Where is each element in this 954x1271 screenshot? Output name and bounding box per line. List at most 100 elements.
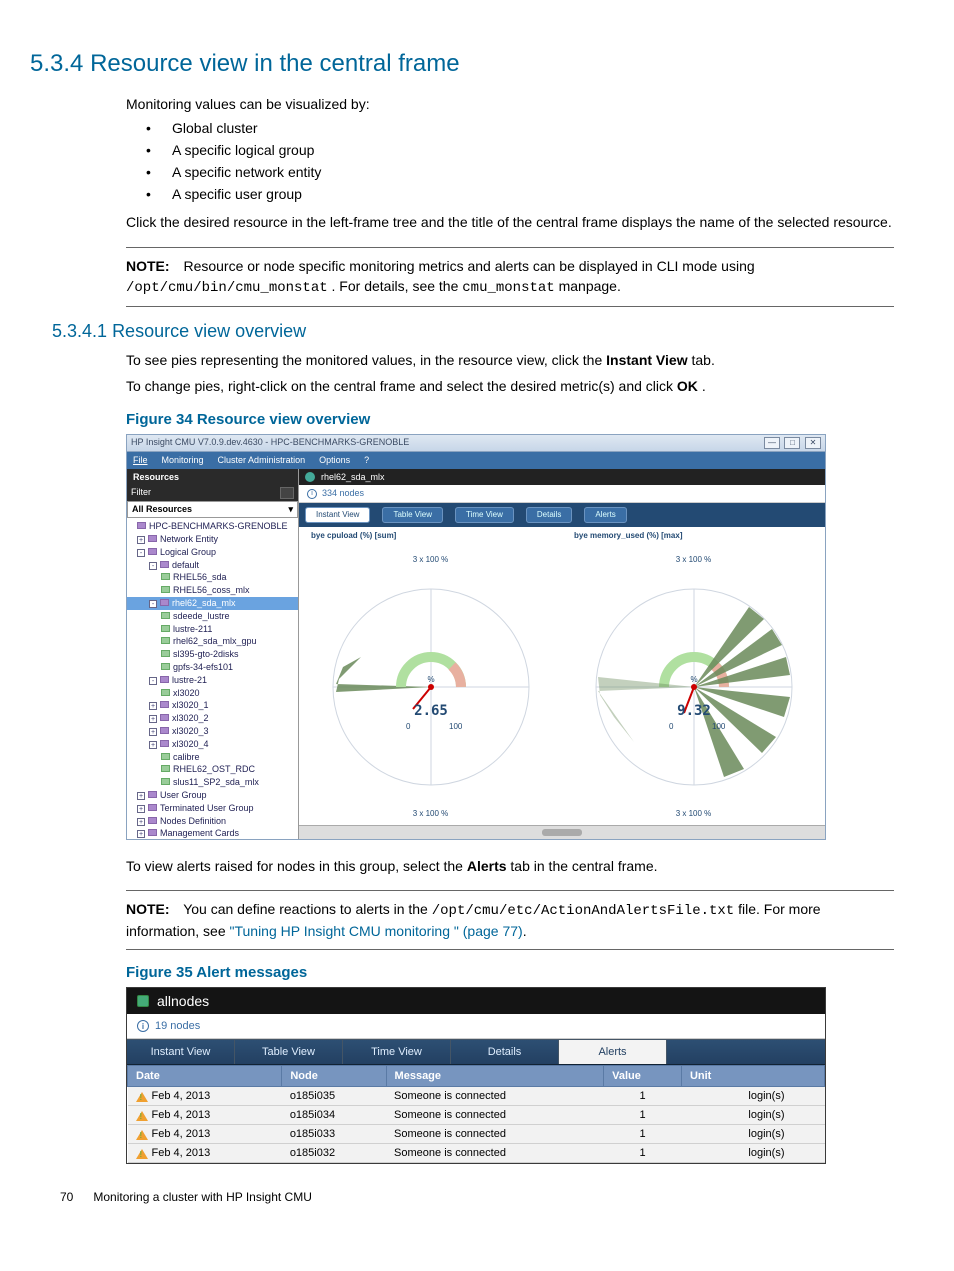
minimize-icon[interactable]: — [764, 437, 780, 449]
tab-table-view[interactable]: Table View [235, 1040, 343, 1064]
tree-label: lustre-21 [172, 675, 207, 685]
tree-item[interactable]: RHEL56_sda [127, 571, 298, 584]
tab-instant-view[interactable]: Instant View [305, 507, 370, 523]
tree-item[interactable]: calibre [127, 751, 298, 764]
tree-item[interactable]: +xl3020_2 [127, 712, 298, 725]
table-row[interactable]: Feb 4, 2013o185i035Someone is connected1… [128, 1087, 825, 1106]
expand-icon[interactable]: + [137, 818, 145, 826]
table-row[interactable]: Feb 4, 2013o185i032Someone is connected1… [128, 1144, 825, 1163]
menu-item[interactable]: Monitoring [162, 455, 204, 466]
expand-icon[interactable]: + [137, 830, 145, 838]
expand-icon[interactable]: + [149, 728, 157, 736]
tab-alerts[interactable]: Alerts [559, 1040, 667, 1064]
all-resources-label: All Resources [132, 504, 192, 515]
tree-item[interactable]: +xl3020_1 [127, 699, 298, 712]
expand-icon[interactable]: + [137, 792, 145, 800]
expand-icon[interactable]: - [149, 677, 157, 685]
resize-grip-icon[interactable] [542, 829, 582, 836]
tab-details[interactable]: Details [451, 1040, 559, 1064]
tab-table-view[interactable]: Table View [382, 507, 443, 523]
expand-icon[interactable]: - [149, 562, 157, 570]
tree-item[interactable]: + Terminated User Group [127, 802, 298, 815]
menu-item[interactable]: Cluster Administration [218, 455, 306, 466]
expand-icon[interactable]: + [137, 805, 145, 813]
chart1-unit: % [427, 675, 434, 684]
tree-item[interactable]: lustre-211 [127, 623, 298, 636]
cell-message: Someone is connected [386, 1087, 604, 1106]
tree-label: Terminated User Group [160, 803, 254, 813]
col-date[interactable]: Date [128, 1066, 282, 1087]
tab-details[interactable]: Details [526, 507, 572, 523]
menu-item[interactable]: File [133, 455, 148, 466]
folder-icon [161, 637, 170, 644]
tree-item[interactable]: - lustre-21 [127, 674, 298, 687]
menu-item[interactable]: ? [364, 455, 369, 466]
tree-label: Logical Group [160, 547, 216, 557]
tree-item[interactable]: HPC-BENCHMARKS-GRENOBLE [127, 520, 298, 533]
col-value[interactable]: Value [604, 1066, 682, 1087]
note-text-after: manpage. [559, 278, 621, 294]
tree-item[interactable]: + Nodes Definition [127, 815, 298, 828]
tree-item[interactable]: +Network Entity [127, 533, 298, 546]
status-bar [299, 825, 825, 839]
close-icon[interactable]: ✕ [805, 437, 821, 449]
crumb-bullet-icon [305, 472, 315, 482]
folder-icon [148, 804, 157, 811]
note-text-1: Resource or node specific monitoring met… [183, 258, 754, 274]
tree-item[interactable]: RHEL56_coss_mlx [127, 584, 298, 597]
warning-icon [136, 1149, 148, 1159]
all-resources-row[interactable]: All Resources ▾ [127, 501, 298, 518]
node-count: 334 nodes [322, 488, 364, 499]
expand-icon[interactable]: + [137, 536, 145, 544]
chart-memory: bye memory_used (%) [max] 3 x 100 % [562, 527, 825, 825]
col-unit[interactable]: Unit [681, 1066, 824, 1087]
tree-item[interactable]: +xl3020_4 [127, 738, 298, 751]
table-row[interactable]: Feb 4, 2013o185i033Someone is connected1… [128, 1125, 825, 1144]
tree-item[interactable]: rhel62_sda_mlx_gpu [127, 635, 298, 648]
section-534-title: Resource view in the central frame [90, 50, 460, 77]
chart-cpuload: bye cpuload (%) [sum] 3 x 100 % [299, 527, 562, 825]
note2-link[interactable]: "Tuning HP Insight CMU monitoring " (pag… [230, 923, 523, 939]
maximize-icon[interactable]: □ [784, 437, 800, 449]
tree-item[interactable]: xl3020 [127, 687, 298, 700]
tree-item[interactable]: sdeede_lustre [127, 610, 298, 623]
col-message[interactable]: Message [386, 1066, 604, 1087]
tree-label: default [172, 560, 199, 570]
expand-icon[interactable]: + [149, 741, 157, 749]
section-5341-title: Resource view overview [112, 321, 306, 341]
folder-icon [148, 535, 157, 542]
tab-time-view[interactable]: Time View [455, 507, 514, 523]
window-title: HP Insight CMU V7.0.9.dev.4630 - HPC-BEN… [131, 437, 409, 448]
tree-item[interactable]: -rhel62_sda_mlx [127, 597, 298, 610]
expand-icon[interactable]: + [149, 715, 157, 723]
tab-time-view[interactable]: Time View [343, 1040, 451, 1064]
tree-label: Nodes Definition [160, 816, 226, 826]
tree-item[interactable]: +User Group [127, 789, 298, 802]
tree-item[interactable]: sl395-gto-2disks [127, 648, 298, 661]
tree-label: RHEL56_coss_mlx [173, 585, 250, 595]
tree-item[interactable]: - Logical Group [127, 546, 298, 559]
menu-item[interactable]: Options [319, 455, 350, 466]
tree-item[interactable]: - default [127, 559, 298, 572]
folder-icon [148, 829, 157, 836]
cell-unit: login(s) [681, 1125, 824, 1144]
expand-icon[interactable]: - [137, 549, 145, 557]
folder-icon [161, 573, 170, 580]
cell-date: Feb 4, 2013 [128, 1106, 282, 1125]
p1-c: tab. [691, 352, 714, 368]
tree-item[interactable]: +Management Cards [127, 827, 298, 838]
folder-icon [160, 740, 169, 747]
tree-item[interactable]: RHEL62_OST_RDC [127, 763, 298, 776]
tab-instant-view[interactable]: Instant View [127, 1040, 235, 1064]
table-row[interactable]: Feb 4, 2013o185i034Someone is connected1… [128, 1106, 825, 1125]
dropdown-icon[interactable]: ▾ [288, 504, 293, 515]
filter-expand-icon[interactable] [280, 487, 294, 499]
tab-alerts[interactable]: Alerts [584, 507, 626, 523]
col-node[interactable]: Node [282, 1066, 386, 1087]
tree-item[interactable]: slus11_SP2_sda_mlx [127, 776, 298, 789]
tree-item[interactable]: +xl3020_3 [127, 725, 298, 738]
expand-icon[interactable]: + [149, 702, 157, 710]
expand-icon[interactable]: - [149, 600, 157, 608]
tree-label: calibre [173, 752, 200, 762]
tree-item[interactable]: gpfs-34-efs101 [127, 661, 298, 674]
